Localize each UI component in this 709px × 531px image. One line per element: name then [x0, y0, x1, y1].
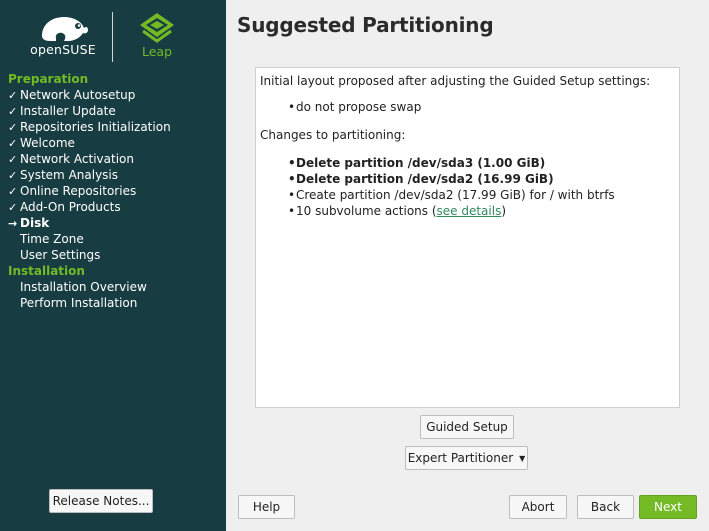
step-label: Time Zone	[20, 232, 84, 246]
check-icon: ✓	[8, 105, 18, 118]
step-label: Repositories Initialization	[20, 120, 171, 134]
check-icon: ✓	[8, 89, 18, 102]
main-panel: Suggested Partitioning Initial layout pr…	[226, 0, 709, 531]
step-online-repositories: ✓ Online Repositories	[0, 183, 226, 199]
check-icon: ✓	[8, 121, 18, 134]
logo-divider	[112, 12, 113, 62]
see-details-link[interactable]: see details	[437, 204, 502, 218]
step-welcome: ✓ Welcome	[0, 135, 226, 151]
change-item-subvolumes: 10 subvolume actions (see details)	[288, 203, 675, 219]
changes-list: Delete partition /dev/sda3 (1.00 GiB) De…	[260, 155, 675, 219]
page-title: Suggested Partitioning	[237, 13, 494, 37]
abort-button[interactable]: Abort	[509, 495, 567, 519]
step-label: Network Activation	[20, 152, 134, 166]
check-icon: ✓	[8, 201, 18, 214]
arrow-right-icon: →	[8, 217, 18, 230]
step-installer-update: ✓ Installer Update	[0, 103, 226, 119]
back-button[interactable]: Back	[577, 495, 634, 519]
leap-logo: Leap	[138, 12, 178, 62]
change-item-delete: Delete partition /dev/sda2 (16.99 GiB)	[288, 171, 675, 187]
check-icon: ✓	[8, 137, 18, 150]
step-label: Welcome	[20, 136, 75, 150]
step-label: Add-On Products	[20, 200, 121, 214]
release-notes-button[interactable]: Release Notes...	[49, 489, 153, 513]
change-item-delete: Delete partition /dev/sda3 (1.00 GiB)	[288, 155, 675, 171]
next-button[interactable]: Next	[639, 495, 697, 519]
section-heading-preparation: Preparation	[8, 72, 89, 86]
step-repositories-initialization: ✓ Repositories Initialization	[0, 119, 226, 135]
list-item: do not propose swap	[288, 99, 675, 115]
step-label: Online Repositories	[20, 184, 137, 198]
step-user-settings: User Settings	[0, 247, 226, 263]
check-icon: ✓	[8, 185, 18, 198]
partitioning-summary: Initial layout proposed after adjusting …	[255, 67, 680, 408]
sidebar: openSUSE Leap Preparation ✓ Network Autos…	[0, 0, 226, 531]
step-label: Network Autosetup	[20, 88, 136, 102]
help-button[interactable]: Help	[238, 495, 295, 519]
installation-steps: Preparation ✓ Network Autosetup ✓ Installe…	[0, 71, 226, 311]
leap-icon	[140, 13, 174, 43]
caret-down-icon: ▼	[519, 453, 526, 463]
chameleon-icon	[42, 17, 88, 41]
step-perform-installation: Perform Installation	[0, 295, 226, 311]
opensuse-wordmark: openSUSE	[30, 42, 96, 57]
step-system-analysis: ✓ System Analysis	[0, 167, 226, 183]
step-label: Perform Installation	[20, 296, 138, 310]
logo-area: openSUSE Leap	[0, 0, 226, 70]
intro-list: do not propose swap	[260, 99, 675, 115]
intro-text: Initial layout proposed after adjusting …	[260, 74, 651, 88]
step-time-zone: Time Zone	[0, 231, 226, 247]
step-network-activation: ✓ Network Activation	[0, 151, 226, 167]
leap-wordmark: Leap	[141, 44, 173, 59]
step-label: Installation Overview	[20, 280, 147, 294]
opensuse-logo: openSUSE	[30, 12, 96, 60]
step-add-on-products: ✓ Add-On Products	[0, 199, 226, 215]
step-network-autosetup: ✓ Network Autosetup	[0, 87, 226, 103]
step-label: Disk	[20, 216, 50, 230]
step-label: System Analysis	[20, 168, 119, 182]
check-icon: ✓	[8, 169, 18, 182]
step-label: Installer Update	[20, 104, 116, 118]
step-disk: → Disk	[0, 215, 226, 231]
change-item-create: Create partition /dev/sda2 (17.99 GiB) f…	[288, 187, 675, 203]
changes-heading: Changes to partitioning:	[260, 128, 406, 142]
step-label: User Settings	[20, 248, 101, 262]
expert-partitioner-button[interactable]: Expert Partitioner ▼	[405, 446, 528, 470]
section-heading-installation: Installation	[8, 264, 85, 278]
check-icon: ✓	[8, 153, 18, 166]
step-installation-overview: Installation Overview	[0, 279, 226, 295]
guided-setup-button[interactable]: Guided Setup	[420, 415, 514, 439]
